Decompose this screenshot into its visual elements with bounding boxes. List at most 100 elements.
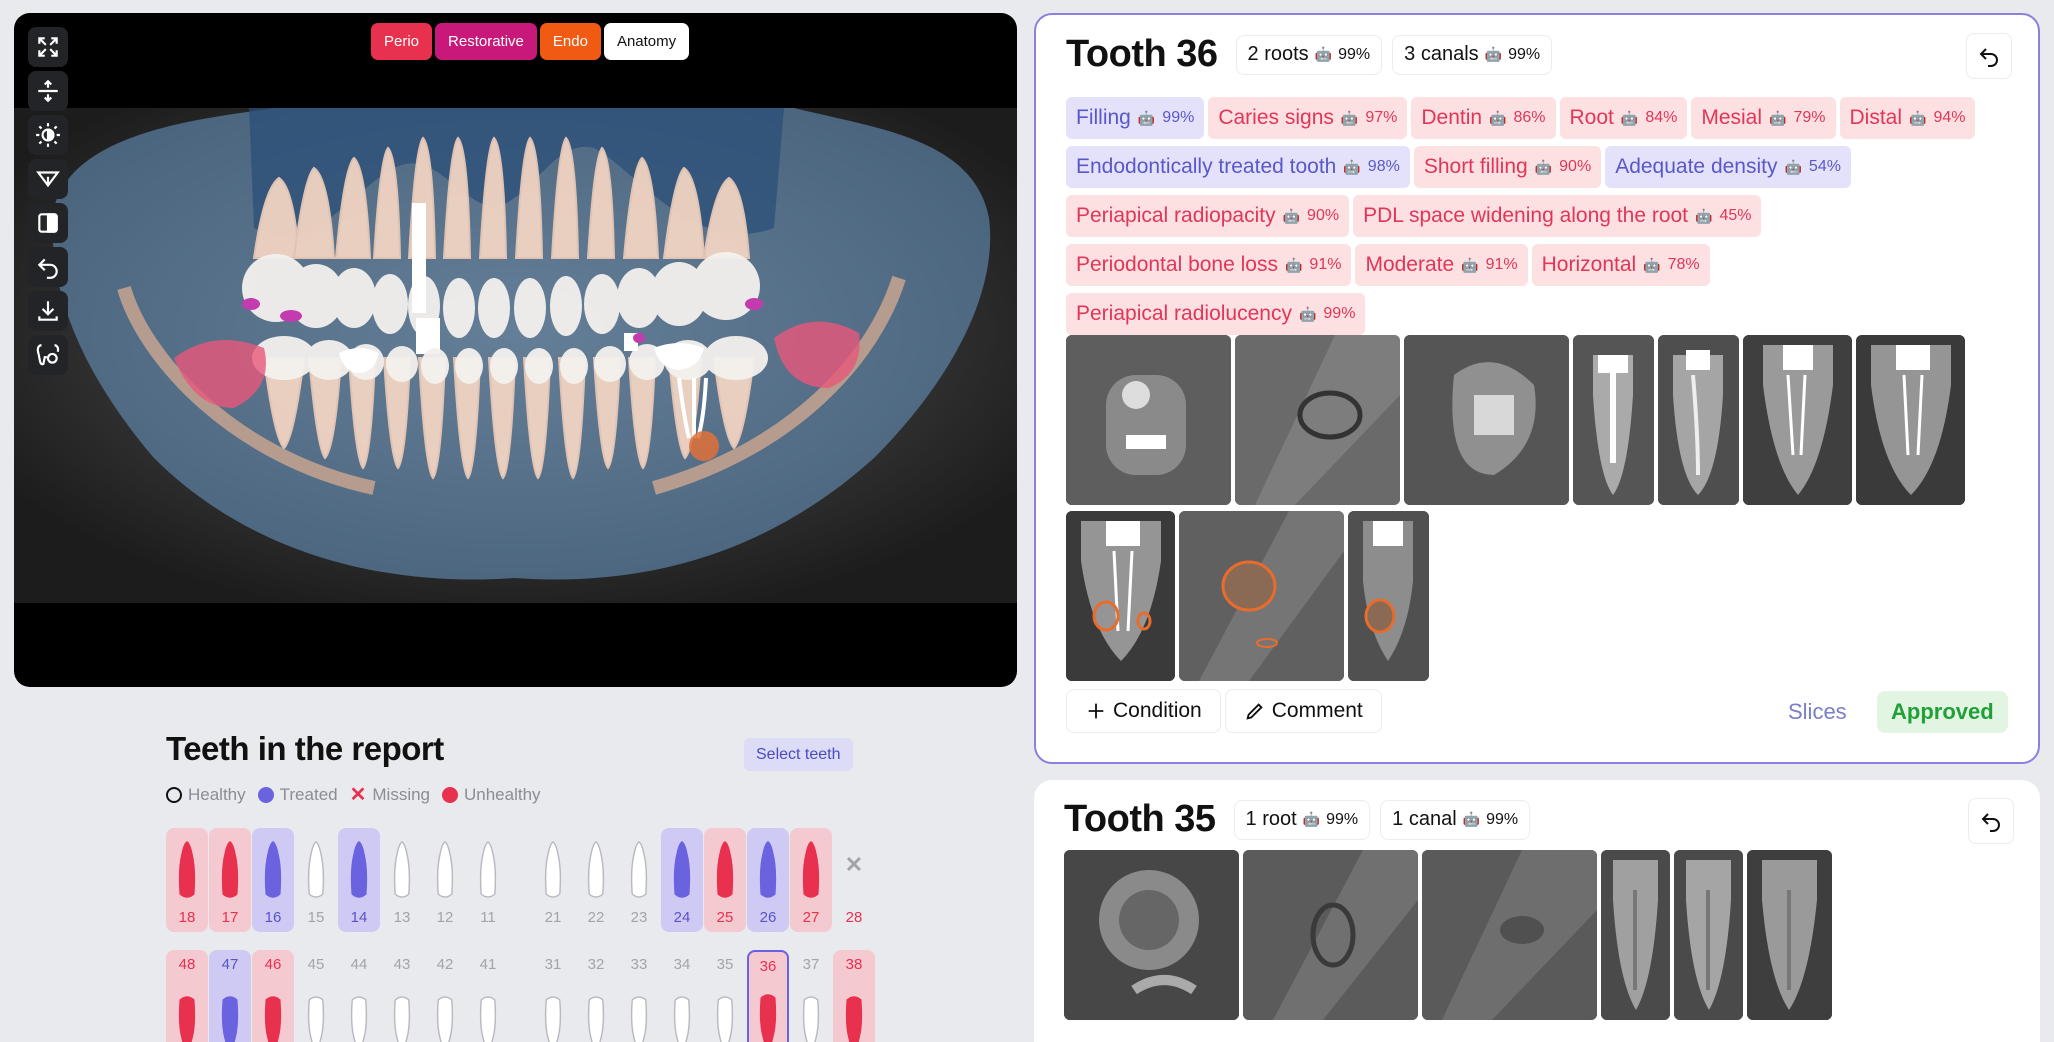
condition-chip[interactable]: Mesial 🤖 79%: [1691, 97, 1836, 139]
tooth-cell-47[interactable]: 47: [209, 950, 251, 1042]
tab-restorative[interactable]: Restorative: [435, 23, 537, 60]
condition-confidence: 90%: [1559, 158, 1592, 175]
tooth-cell-42[interactable]: 42: [424, 950, 466, 1042]
slice-image[interactable]: [1747, 850, 1832, 1020]
slice-image[interactable]: [1179, 511, 1344, 681]
condition-confidence: 98%: [1367, 158, 1400, 175]
slice-image[interactable]: [1658, 335, 1739, 505]
split-view-icon[interactable]: [28, 71, 68, 111]
legend-missing: Missing: [372, 784, 430, 804]
expand-icon[interactable]: [28, 27, 68, 67]
tooth-cell-26[interactable]: 26: [747, 828, 789, 932]
roots-pill[interactable]: 1 root 🤖 99%: [1233, 799, 1371, 840]
condition-chip[interactable]: Periodontal bone loss 🤖 91%: [1066, 244, 1352, 286]
tooth-cell-16[interactable]: 16: [252, 828, 294, 932]
ai-icon: 🤖: [1695, 207, 1713, 224]
tooth-cell-33[interactable]: 33: [618, 950, 660, 1042]
tab-anatomy[interactable]: Anatomy: [603, 23, 690, 60]
tooth-cell-24[interactable]: 24: [661, 828, 703, 932]
treated-dot: [257, 786, 274, 803]
slice-image[interactable]: [1348, 511, 1429, 681]
canals-pill[interactable]: 3 canals 🤖 99%: [1392, 34, 1553, 75]
slice-image[interactable]: [1066, 511, 1175, 681]
condition-chip[interactable]: Adequate density 🤖 54%: [1605, 146, 1851, 188]
slice-image[interactable]: [1743, 335, 1852, 505]
tooth-cell-41[interactable]: 41: [467, 950, 509, 1042]
tooth-cell-48[interactable]: 48: [166, 950, 208, 1042]
image-viewer[interactable]: Perio Restorative Endo Anatomy: [14, 13, 1017, 687]
add-condition-button[interactable]: Condition: [1066, 689, 1221, 733]
tooth-cell-27[interactable]: 27: [790, 828, 832, 932]
select-teeth-button[interactable]: Select teeth: [744, 738, 853, 771]
roots-confidence: 99%: [1326, 810, 1359, 828]
condition-chip[interactable]: Filling 🤖 99%: [1066, 97, 1205, 139]
condition-label: Moderate: [1365, 253, 1455, 276]
slice-image[interactable]: [1674, 850, 1743, 1020]
approved-button[interactable]: Approved: [1877, 691, 2008, 733]
tooth-cell-13[interactable]: 13: [381, 828, 423, 932]
tooth-cell-46[interactable]: 46: [252, 950, 294, 1042]
undo-button[interactable]: [1968, 798, 2014, 844]
tooth-cell-25[interactable]: 25: [704, 828, 746, 932]
slice-image[interactable]: [1243, 850, 1418, 1020]
tooth-cell-23[interactable]: 23: [618, 828, 660, 932]
slice-image[interactable]: [1573, 335, 1654, 505]
tooth-cell-45[interactable]: 45: [295, 950, 337, 1042]
condition-label: Adequate density: [1615, 155, 1778, 178]
filter-icon[interactable]: [28, 159, 68, 199]
download-icon[interactable]: [28, 291, 68, 331]
undo-button[interactable]: [1966, 33, 2012, 79]
tooth-cell-35[interactable]: 35: [704, 950, 746, 1042]
tooth-cell-14[interactable]: 14: [338, 828, 380, 932]
brightness-icon[interactable]: [28, 115, 68, 155]
condition-chip[interactable]: PDL space widening along the root 🤖 45%: [1353, 195, 1762, 237]
tooth-cell-37[interactable]: 37: [790, 950, 832, 1042]
tooth-cell-17[interactable]: 17: [209, 828, 251, 932]
condition-chip[interactable]: Periapical radiopacity 🤖 90%: [1066, 195, 1350, 237]
condition-chip[interactable]: Distal 🤖 94%: [1839, 97, 1976, 139]
tooth-cell-31[interactable]: 31: [532, 950, 574, 1042]
ai-icon: 🤖: [1643, 256, 1661, 273]
comment-button[interactable]: Comment: [1224, 689, 1382, 733]
condition-chip[interactable]: Root 🤖 84%: [1559, 97, 1688, 139]
tooth-cell-15[interactable]: 15: [295, 828, 337, 932]
tooth-cell-12[interactable]: 12: [424, 828, 466, 932]
condition-label: Endodontically treated tooth: [1076, 155, 1337, 178]
condition-chip[interactable]: Horizontal 🤖 78%: [1531, 244, 1710, 286]
slice-image[interactable]: [1235, 335, 1400, 505]
tooth-cell-44[interactable]: 44: [338, 950, 380, 1042]
slice-image[interactable]: [1422, 850, 1597, 1020]
condition-chip[interactable]: Periapical radiolucency 🤖 99%: [1066, 293, 1366, 335]
missing-x-icon: ✕: [349, 784, 367, 806]
slices-link[interactable]: Slices: [1788, 699, 1847, 725]
condition-chip[interactable]: Short filling 🤖 90%: [1413, 146, 1602, 188]
tooth-cell-28[interactable]: ✕ 28: [833, 828, 875, 932]
tooth-icon: [544, 841, 562, 898]
slice-image[interactable]: [1601, 850, 1670, 1020]
tooth-cell-32[interactable]: 32: [575, 950, 617, 1042]
condition-chip[interactable]: Dentin 🤖 86%: [1411, 97, 1556, 139]
roots-pill[interactable]: 2 roots 🤖 99%: [1235, 34, 1383, 75]
tooth-cell-34[interactable]: 34: [661, 950, 703, 1042]
condition-chip[interactable]: Endodontically treated tooth 🤖 98%: [1066, 146, 1410, 188]
tooth-cell-38[interactable]: 38: [833, 950, 875, 1042]
tooth-cell-21[interactable]: 21: [532, 828, 574, 932]
tab-endo[interactable]: Endo: [539, 23, 601, 60]
slice-image[interactable]: [1066, 335, 1231, 505]
tooth-mask-icon[interactable]: [28, 335, 68, 375]
tooth-cell-43[interactable]: 43: [381, 950, 423, 1042]
tooth-cell-11[interactable]: 11: [467, 828, 509, 932]
tooth-cell-22[interactable]: 22: [575, 828, 617, 932]
condition-chip[interactable]: Moderate 🤖 91%: [1355, 244, 1528, 286]
canals-pill[interactable]: 1 canal 🤖 99%: [1380, 799, 1531, 840]
tooth-icon: [802, 996, 820, 1042]
slice-image[interactable]: [1856, 335, 1965, 505]
slice-image[interactable]: [1404, 335, 1569, 505]
undo-icon[interactable]: [28, 247, 68, 287]
tooth-cell-18[interactable]: 18: [166, 828, 208, 932]
invert-icon[interactable]: [28, 203, 68, 243]
tab-perio[interactable]: Perio: [371, 23, 433, 60]
condition-chip[interactable]: Caries signs 🤖 97%: [1208, 97, 1408, 139]
tooth-cell-36[interactable]: 36: [747, 950, 789, 1042]
slice-image[interactable]: [1064, 850, 1239, 1020]
